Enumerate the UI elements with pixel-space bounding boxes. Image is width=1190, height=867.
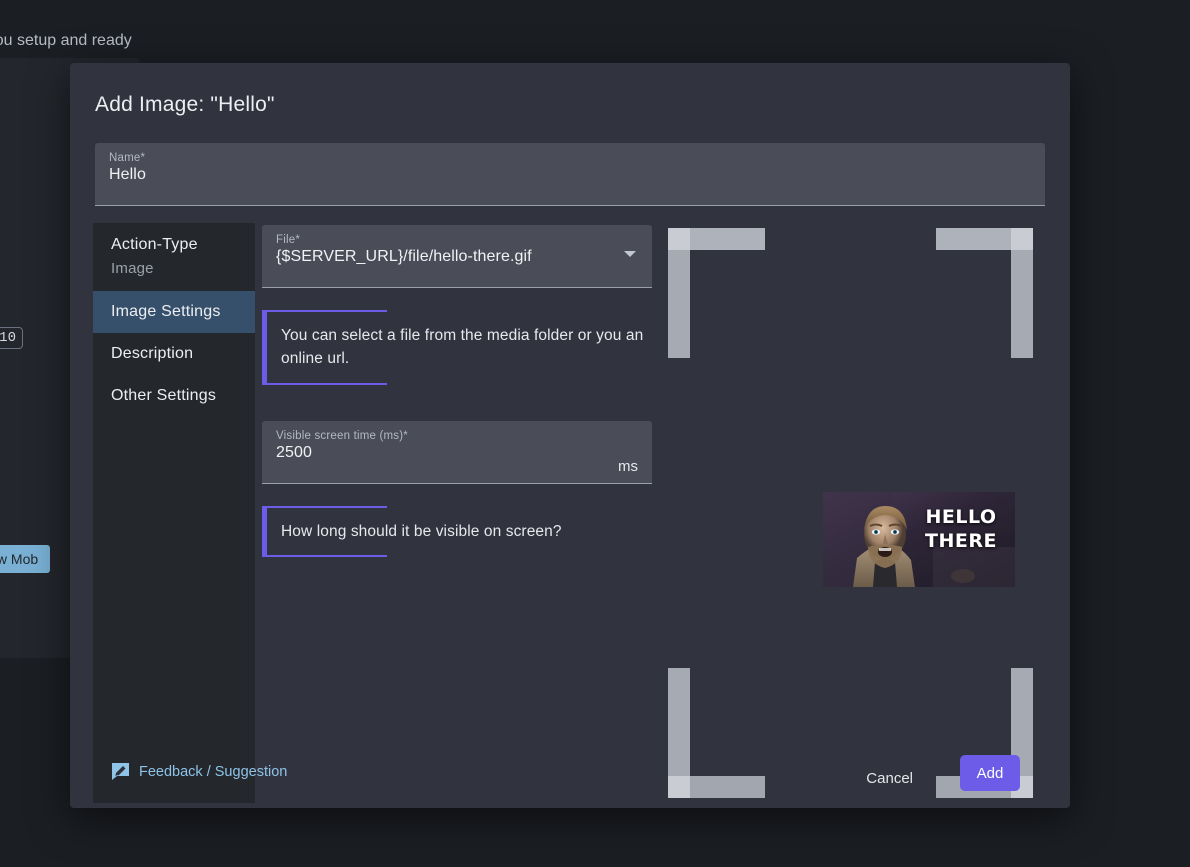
file-field-hint: You can select a file from the media fol… <box>262 310 652 385</box>
sidebar-item-label: Image Settings <box>111 303 221 320</box>
name-field-label: Name* <box>109 152 1031 164</box>
image-preview-area: HELLO THERE <box>658 228 1043 798</box>
preview-caption-line-2: THERE <box>925 529 997 552</box>
preview-caption-line-1: HELLO <box>925 506 997 528</box>
required-asterisk: * <box>140 152 146 164</box>
file-field-value[interactable]: {$SERVER_URL}/file/hello-there.gif <box>276 248 638 266</box>
required-asterisk: * <box>403 429 408 442</box>
cancel-button[interactable]: Cancel <box>854 762 925 795</box>
chevron-down-icon[interactable] <box>624 251 636 257</box>
add-button[interactable]: Add <box>960 755 1020 791</box>
dialog-title: Add Image: "Hello" <box>95 93 275 116</box>
feedback-suggestion-link[interactable]: Feedback / Suggestion <box>111 762 287 781</box>
sidebar-item-description[interactable]: Description <box>93 333 255 375</box>
sidebar-item-other-settings[interactable]: Other Settings <box>93 375 255 417</box>
nav-group-subtitle: Image <box>111 260 154 277</box>
milliseconds-suffix: ms <box>618 457 638 475</box>
sidebar-item-label: Other Settings <box>111 387 217 404</box>
background-height-line: eight to 10 <box>0 327 24 349</box>
visible-screen-time-hint: How long should it be visible on screen? <box>262 505 652 558</box>
sidebar-item-label: Description <box>111 345 194 362</box>
nav-group-action-type[interactable]: Action-Type Image <box>93 223 255 291</box>
file-field[interactable]: File* {$SERVER_URL}/file/hello-there.gif <box>262 225 652 288</box>
name-field-value[interactable]: Hello <box>109 166 1031 184</box>
file-field-label: File* <box>276 234 638 246</box>
dialog-footer: Feedback / Suggestion Cancel Add <box>70 730 1070 808</box>
feedback-speech-bubble-icon <box>112 763 129 780</box>
background-heading: x steps to follow to get you setup and r… <box>0 32 132 49</box>
show-mobile-label: Show Mob <box>0 551 39 567</box>
required-asterisk: * <box>295 234 301 246</box>
add-image-dialog: Add Image: "Hello" Name* Hello Action-Ty… <box>70 63 1070 808</box>
preview-thumbnail: HELLO THERE <box>823 492 1015 587</box>
feedback-label: Feedback / Suggestion <box>139 763 288 780</box>
name-field[interactable]: Name* Hello <box>95 143 1045 206</box>
corner-bracket-top-right-icon <box>936 228 1043 358</box>
visible-screen-time-value[interactable]: 2500 <box>276 444 638 462</box>
name-field-label-text: Name <box>109 152 141 164</box>
visible-screen-time-label-text: Visible screen time (ms) <box>276 429 404 442</box>
nav-group-title: Action-Type <box>111 236 198 253</box>
corner-bracket-top-left-icon <box>658 228 765 358</box>
show-mobile-toggle-button[interactable]: Show Mob <box>0 545 51 573</box>
sidebar-item-image-settings[interactable]: Image Settings <box>93 291 255 333</box>
image-settings-form: File* {$SERVER_URL}/file/hello-there.gif… <box>262 225 652 558</box>
visible-screen-time-label: Visible screen time (ms)* <box>276 430 638 442</box>
visible-screen-time-field[interactable]: Visible screen time (ms)* 2500 ms <box>262 420 652 484</box>
preview-caption: HELLO THERE <box>915 506 1007 554</box>
file-field-label-text: File <box>276 234 296 246</box>
dialog-sidebar-nav: Action-Type Image Image Settings Descrip… <box>93 223 255 803</box>
background-height-input[interactable]: 10 <box>0 327 24 349</box>
